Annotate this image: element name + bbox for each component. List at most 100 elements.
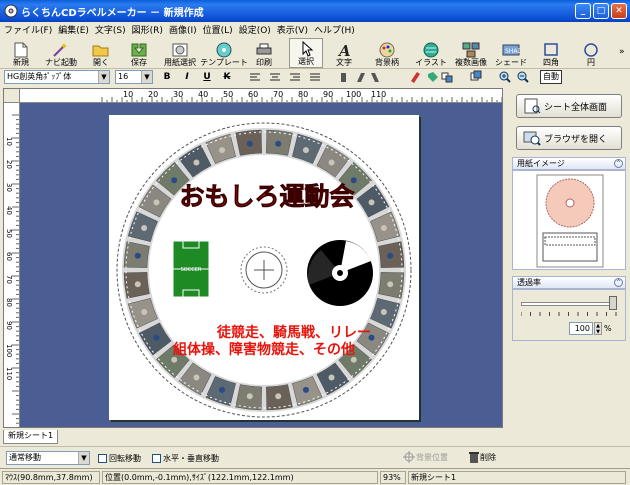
- horizontal-ruler: 10 20 30 40 50 60 70 80 90 100 110: [20, 89, 502, 103]
- menu-image[interactable]: 画像(I): [169, 23, 197, 36]
- percent-label: %: [604, 324, 612, 333]
- browser-search-icon: [523, 131, 541, 146]
- photo-detail: [387, 252, 394, 259]
- collapse-icon[interactable]: ^: [614, 278, 623, 287]
- h-tick-label: 20: [148, 90, 159, 99]
- svg-text:SHADE: SHADE: [505, 48, 520, 55]
- photo-detail: [141, 308, 148, 315]
- menu-text[interactable]: 文字(S): [95, 23, 126, 36]
- checkbox-box[interactable]: [98, 454, 107, 463]
- underline-button[interactable]: U: [200, 71, 214, 84]
- font-select[interactable]: HG創英角ﾎﾟｯﾌﾟ体 ▼: [4, 70, 110, 84]
- center-hole: [240, 246, 288, 294]
- whole-sheet-button[interactable]: シート全体画面: [516, 94, 622, 118]
- cd-paper-icon: [172, 43, 188, 57]
- photo-detail: [134, 252, 141, 259]
- bg-position-button[interactable]: 背景位置: [402, 451, 448, 463]
- label-line1-text[interactable]: 徒競走、騎馬戦、リレー: [216, 324, 371, 341]
- checkbox-box[interactable]: [152, 454, 161, 463]
- printer-icon: [256, 43, 272, 55]
- color-tool-icons[interactable]: [408, 70, 456, 84]
- open-button[interactable]: 開く: [88, 38, 114, 68]
- label-line2-text[interactable]: 組体操、障害物競走、その他: [173, 341, 355, 358]
- app-icon: [4, 4, 18, 18]
- rect-tool-button[interactable]: 四角: [538, 38, 564, 68]
- transparency-slider-track[interactable]: [521, 302, 617, 306]
- text-tool-button[interactable]: A 文字: [330, 38, 358, 68]
- navi-button[interactable]: ナビ起動: [42, 38, 80, 68]
- v-tick-label: 100: [5, 344, 13, 358]
- menu-settings[interactable]: 設定(O): [239, 23, 271, 36]
- cd-label-design[interactable]: SOCCER おもしろ運動会 徒競走、騎馬戦、リレー 組体操、障害物競走、その他: [109, 115, 419, 420]
- shade-button[interactable]: SHADEシェード: [495, 38, 527, 68]
- photo-detail: [171, 177, 178, 184]
- transparency-header[interactable]: 透過率 ^: [512, 276, 626, 289]
- multi-image-button[interactable]: 複数画像: [452, 38, 490, 68]
- minimize-button[interactable]: _: [575, 3, 591, 19]
- paper-image-header[interactable]: 用紙イメージ ^: [512, 157, 626, 170]
- menu-file[interactable]: ファイル(F): [4, 23, 52, 36]
- v-tick-label: 30: [5, 183, 13, 192]
- disc-illust-image[interactable]: [307, 240, 373, 306]
- crosshair-icon: [403, 451, 415, 463]
- save-button[interactable]: 保存: [126, 38, 152, 68]
- canvas-area[interactable]: 10 20 30 40 50 60 70 80 90 100 110 10 20…: [3, 88, 503, 428]
- open-browser-button[interactable]: ブラウザを開く: [516, 126, 622, 150]
- bottom-toolbar: 通常移動 ▼ 回転移動 水平・垂直移動 背景位置 削除: [0, 446, 630, 468]
- shade-icon: SHADE: [502, 44, 520, 56]
- font-size-select[interactable]: 16 ▼: [115, 70, 153, 84]
- transparency-input[interactable]: 100: [569, 322, 593, 335]
- print-button[interactable]: 印刷: [251, 38, 277, 68]
- zoom-icons[interactable]: [470, 70, 534, 84]
- rotate-move-checkbox[interactable]: 回転移動: [98, 453, 141, 464]
- auto-zoom-button[interactable]: 自動: [540, 70, 562, 84]
- menu-edit[interactable]: 編集(E): [58, 23, 89, 36]
- move-mode-select[interactable]: 通常移動 ▼: [6, 451, 90, 465]
- alignment-buttons[interactable]: [247, 71, 397, 84]
- bold-button[interactable]: B: [160, 71, 174, 84]
- menu-shape[interactable]: 図形(R): [132, 23, 163, 36]
- photo-detail: [368, 199, 375, 206]
- select-tool-button[interactable]: 選択: [289, 38, 323, 68]
- menu-help[interactable]: ヘルプ(H): [314, 23, 355, 36]
- delete-button[interactable]: 削除: [468, 451, 496, 463]
- paper-select-button[interactable]: 用紙選択: [162, 38, 198, 68]
- close-button[interactable]: ✕: [611, 3, 627, 19]
- v-tick-label: 110: [5, 367, 13, 381]
- collapse-icon[interactable]: ^: [614, 159, 623, 168]
- transparency-spinner[interactable]: ▲ ▼: [594, 322, 602, 335]
- h-tick-label: 50: [223, 90, 234, 99]
- photo-detail: [387, 281, 394, 288]
- hv-move-checkbox[interactable]: 水平・垂直移動: [152, 453, 219, 464]
- photo-detail: [219, 386, 226, 393]
- maximize-button[interactable]: □: [593, 3, 609, 19]
- sheet-tabs: 新規シート1: [0, 430, 630, 444]
- h-tick-label: 80: [298, 90, 309, 99]
- toolbar-more-chevron-icon[interactable]: »: [619, 47, 625, 57]
- svg-text:A: A: [337, 42, 351, 58]
- background-button[interactable]: 背景柄: [372, 38, 402, 68]
- sheet-tab[interactable]: 新規シート1: [3, 430, 58, 444]
- label-title-text[interactable]: おもしろ運動会: [179, 182, 355, 212]
- circle-tool-button[interactable]: 円: [578, 38, 604, 68]
- h-tick-label: 40: [198, 90, 209, 99]
- menu-position[interactable]: 位置(L): [203, 23, 233, 36]
- transparency-slider-thumb[interactable]: [609, 296, 617, 310]
- label-paper[interactable]: SOCCER おもしろ運動会 徒競走、騎馬戦、リレー 組体操、障害物競走、その他: [109, 115, 419, 420]
- photo-detail: [219, 147, 226, 154]
- main-toolbar: 新規 ナビ起動 開く 保存 用紙選択 テンプレート 印刷 選択 A 文字 背景柄 …: [0, 37, 630, 69]
- photo-detail: [246, 393, 253, 400]
- template-button[interactable]: テンプレート: [200, 38, 248, 68]
- menu-view[interactable]: 表示(V): [277, 23, 308, 36]
- italic-button[interactable]: I: [180, 71, 194, 84]
- strike-button[interactable]: K: [220, 71, 234, 84]
- photo-detail: [275, 393, 282, 400]
- photo-detail: [246, 140, 253, 147]
- mouse-position-status: ﾏｳｽ(90.8mm,37.8mm): [2, 471, 100, 484]
- slider-ticks: [521, 312, 617, 316]
- new-button[interactable]: 新規: [6, 38, 36, 68]
- title-bar[interactable]: らくちんCDラベルメーカー － 新規作成: [0, 0, 630, 22]
- side-panel: シート全体画面 ブラウザを開く 用紙イメージ ^ 透過率 ^ 100 ▲ ▼ %: [510, 88, 628, 428]
- v-tick-label: 50: [5, 229, 13, 238]
- illust-button[interactable]: イラスト: [414, 38, 448, 68]
